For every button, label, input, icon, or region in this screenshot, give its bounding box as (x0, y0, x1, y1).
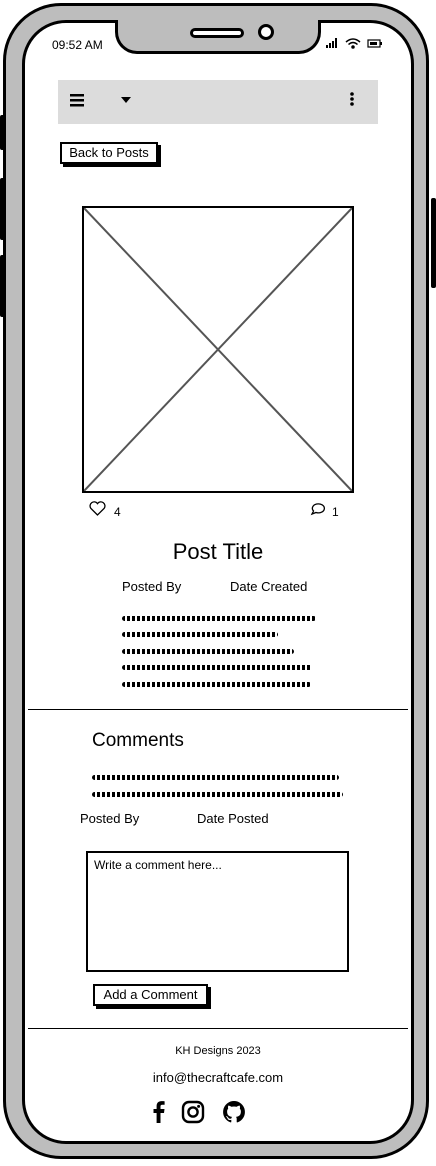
facebook-icon[interactable] (145, 1098, 173, 1126)
comment-text-scribble (92, 792, 343, 797)
like-count: 4 (114, 505, 121, 519)
caret-down-icon[interactable] (120, 93, 132, 107)
post-posted-by: Posted By (122, 579, 182, 594)
post-date-created: Date Created (230, 579, 308, 594)
status-time: 09:52 AM (52, 38, 103, 52)
footer-email[interactable]: info@thecraftcafe.com (0, 1070, 436, 1085)
post-body-scribble (122, 649, 294, 654)
post-body-scribble (122, 632, 278, 637)
comments-heading: Comments (92, 730, 184, 751)
section-divider (28, 709, 408, 710)
camera-icon (258, 24, 274, 40)
comment-text-scribble (92, 775, 339, 780)
back-to-posts-button[interactable]: Back to Posts (60, 142, 158, 164)
app-bar (58, 80, 378, 124)
comment-posted-by: Posted By (80, 811, 140, 826)
hamburger-icon[interactable] (70, 91, 86, 111)
post-title: Post Title (172, 539, 264, 564)
wifi-icon (345, 38, 361, 49)
post-body-scribble (122, 665, 312, 670)
phone-screen (22, 20, 414, 1144)
signal-icon (326, 38, 337, 48)
comment-count: 1 (332, 505, 339, 519)
footer-copyright: KH Designs 2023 (175, 1045, 261, 1057)
post-image-placeholder (82, 206, 354, 493)
comment-date-posted: Date Posted (197, 811, 269, 826)
add-comment-button[interactable]: Add a Comment (93, 984, 208, 1006)
power-button (431, 198, 436, 288)
post-body-scribble (122, 616, 316, 621)
github-icon[interactable] (220, 1098, 248, 1126)
speech-bubble-icon[interactable] (309, 502, 327, 520)
battery-icon (367, 39, 382, 48)
post-body-scribble (122, 682, 311, 687)
heart-icon[interactable] (89, 501, 106, 519)
status-icons (326, 37, 386, 52)
speaker-icon (190, 28, 244, 38)
kebab-icon[interactable] (350, 90, 354, 110)
instagram-icon[interactable] (179, 1098, 207, 1126)
footer-divider (28, 1028, 408, 1029)
comment-textarea[interactable] (86, 851, 349, 972)
